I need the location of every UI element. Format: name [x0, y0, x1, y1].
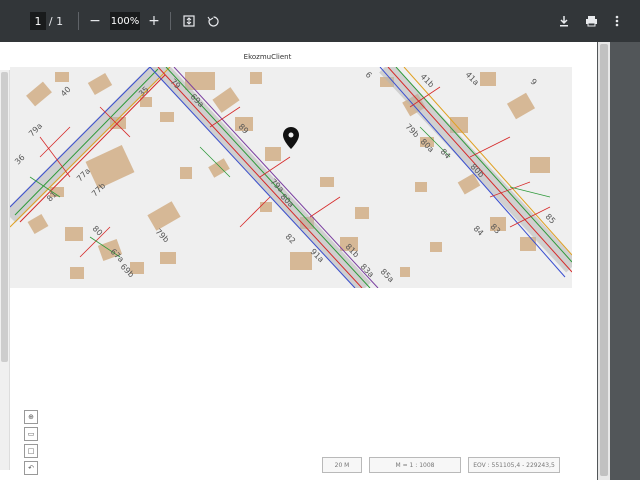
map-label: 85 — [544, 212, 558, 226]
rotate-icon[interactable] — [204, 12, 222, 30]
zoom-in-button[interactable]: + — [145, 12, 163, 30]
document-title: EkozmuClient — [243, 53, 292, 61]
zoom-extent-icon[interactable]: ⊕ — [24, 410, 38, 424]
location-pin-icon[interactable] — [283, 127, 299, 149]
fit-page-icon[interactable] — [180, 12, 198, 30]
left-scrollbar-thumb[interactable] — [1, 72, 8, 362]
download-icon[interactable] — [555, 12, 573, 30]
map-label: 6 — [364, 70, 374, 80]
zoom-input[interactable]: 100% — [110, 12, 140, 30]
page-total-value: 1 — [56, 14, 64, 28]
print-icon[interactable] — [582, 12, 600, 30]
map-label: 9 — [529, 77, 539, 87]
map-canvas: 40 35 79a 36 81 77a 77b 79b 80 67a 69b 7… — [10, 67, 572, 288]
map-label: 84 — [472, 224, 486, 238]
zoom-out-button[interactable]: − — [86, 12, 104, 30]
page-separator: / — [48, 14, 53, 28]
page-scrollbar-thumb[interactable] — [600, 44, 608, 476]
map-label: 82 — [284, 232, 298, 246]
pdf-toolbar: 1 / 1 − 100% + — [0, 0, 640, 42]
toolbar-divider — [78, 12, 79, 30]
map-label: 85a — [379, 267, 396, 284]
map-label: 80 — [91, 224, 105, 238]
map-label: 79a — [27, 121, 44, 138]
map-label: 79b — [404, 122, 421, 139]
toolbar-divider — [170, 12, 171, 30]
map-label: 36 — [13, 153, 27, 167]
scale-bar: 20 M — [322, 457, 362, 473]
map-controls: ⊕ ▭ □ ↶ — [24, 410, 38, 478]
more-icon[interactable] — [608, 12, 626, 30]
frame-tool-icon[interactable]: □ — [24, 444, 38, 458]
coordinate-readout: EOV : 551105,4 - 229243,5 — [468, 457, 560, 473]
map-label: 84 — [439, 147, 453, 161]
map-label: 79b — [154, 227, 171, 244]
map-label: 41a — [464, 70, 481, 87]
scale-ratio: M = 1 : 1008 — [369, 457, 461, 473]
map-buildings — [26, 72, 550, 279]
map-label: 40 — [59, 85, 73, 99]
utility-map[interactable]: 40 35 79a 36 81 77a 77b 79b 80 67a 69b 7… — [10, 67, 572, 288]
select-tool-icon[interactable]: ▭ — [24, 427, 38, 441]
map-label: 67a — [109, 247, 126, 264]
page-number-input[interactable]: 1 — [30, 12, 46, 30]
page-total: / 1 — [48, 12, 64, 30]
undo-icon[interactable]: ↶ — [24, 461, 38, 475]
